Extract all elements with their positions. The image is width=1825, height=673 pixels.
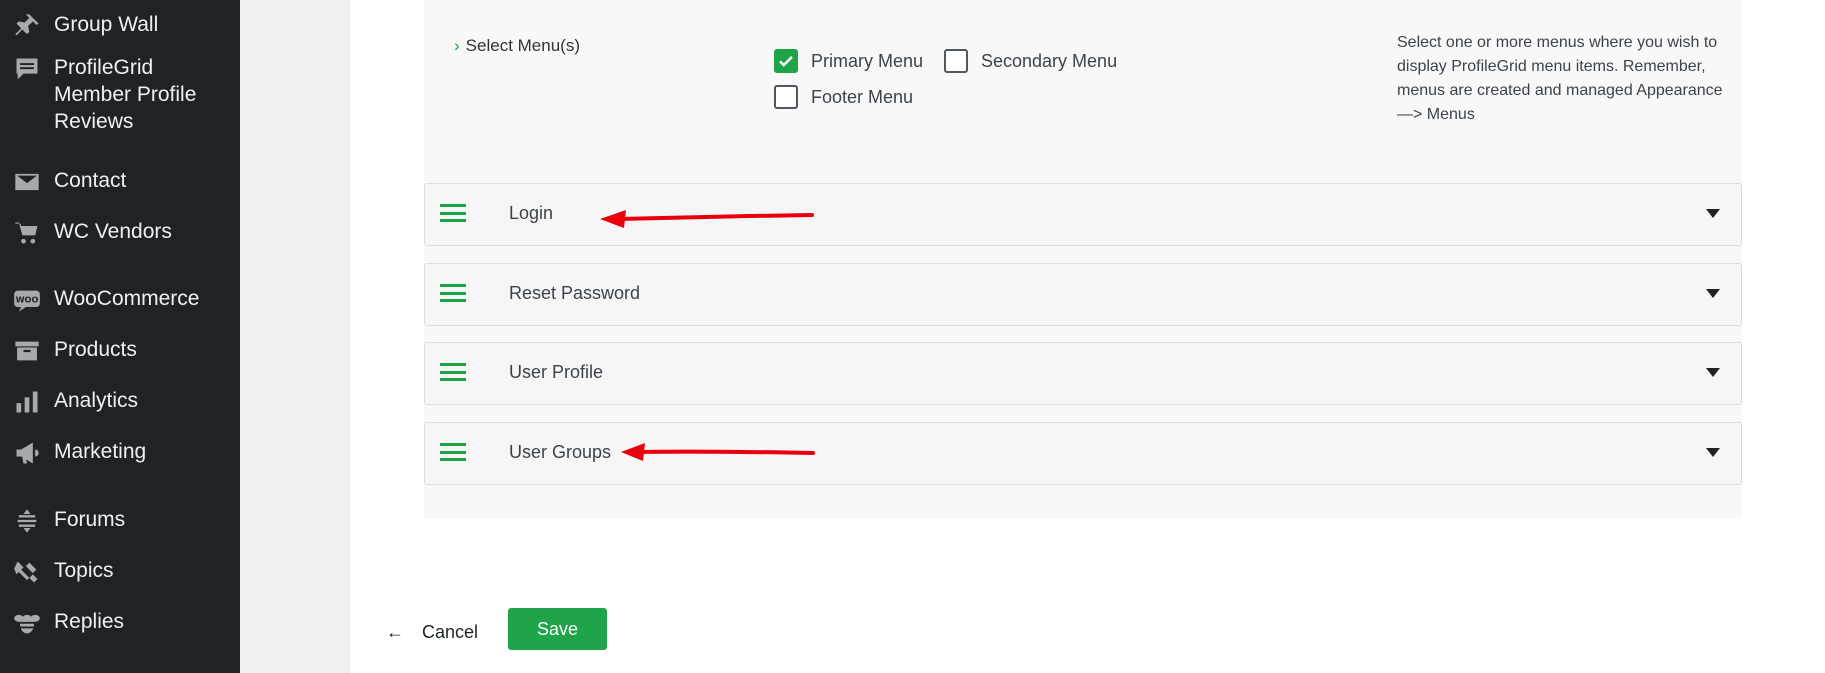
drag-handle-icon[interactable] [440,443,466,461]
bar-chart-icon [12,387,42,417]
sidebar-item-label: Analytics [54,389,139,412]
primary-menu-checkbox[interactable]: Primary Menu [774,49,923,73]
pin-icon [12,11,42,41]
caret-down-icon[interactable] [1706,448,1720,457]
forums-icon [12,506,42,536]
mail-icon [12,167,42,197]
sidebar-item-woocommerce[interactable]: WOO WooCommerce [0,285,240,315]
svg-text:WOO: WOO [16,294,39,304]
checkbox-label: Secondary Menu [981,50,1118,71]
footer-menu-checkbox[interactable]: Footer Menu [774,85,913,109]
checkbox-unchecked-icon [944,49,968,73]
sidebar-item-analytics[interactable]: Analytics [0,387,240,417]
sidebar-item-products[interactable]: Products [0,336,240,366]
page-gutter [240,0,350,673]
settings-content: › Select Menu(s) Primary Menu Secondary M… [350,0,1825,673]
sidebar-item-forums[interactable]: Forums [0,506,240,536]
sidebar-item-label: WooCommerce [54,287,200,310]
sidebar-item-topics[interactable]: Topics [0,557,240,587]
sidebar-item-label: Products [54,338,137,361]
annotation-arrow-login [600,210,814,228]
select-menus-label: › Select Menu(s) [454,36,580,55]
drag-handle-icon[interactable] [440,363,466,381]
archive-icon [12,336,42,366]
annotation-arrow-user-groups [621,443,815,461]
section-user-profile[interactable]: User Profile [424,342,1742,405]
checkbox-label: Primary Menu [811,50,924,71]
menu-help-text: Select one or more menus where you wish … [1397,34,1723,123]
arrow-left-icon: ← [386,622,404,642]
sidebar-item-profilegrid-reviews[interactable]: ProfileGrid Member Profile Reviews [0,54,240,135]
megaphone-icon [12,438,42,468]
caret-down-icon[interactable] [1706,209,1720,218]
topics-icon [12,557,42,587]
admin-sidebar: Group Wall ProfileGrid Member Profile Re… [0,0,240,673]
chevron-right-icon: › [454,36,460,55]
section-reset-password[interactable]: Reset Password [424,263,1742,326]
sidebar-item-contact[interactable]: Contact [0,167,240,197]
sidebar-item-marketing[interactable]: Marketing [0,438,240,468]
save-button[interactable]: Save [508,608,607,650]
bee-icon [12,608,42,638]
sidebar-item-label: Group Wall [54,13,159,36]
sidebar-item-replies[interactable]: Replies [0,608,240,638]
comment-icon [12,54,42,84]
drag-handle-icon[interactable] [440,204,466,222]
sidebar-item-group-wall[interactable]: Group Wall [0,11,240,41]
sidebar-item-label: Contact [54,169,127,192]
sidebar-item-label: Marketing [54,440,147,463]
section-title: Reset Password [509,283,641,303]
checkbox-checked-icon [774,49,798,73]
sidebar-item-label: WC Vendors [54,220,172,243]
sidebar-item-wc-vendors[interactable]: WC Vendors [0,218,240,248]
checkbox-unchecked-icon [774,85,798,109]
cancel-link[interactable]: ← Cancel [386,622,478,643]
sidebar-item-label: Replies [54,610,125,633]
sidebar-item-label: Forums [54,508,126,531]
caret-down-icon[interactable] [1706,368,1720,377]
section-title: User Groups [509,442,612,462]
sidebar-item-label: Topics [54,559,114,582]
secondary-menu-checkbox[interactable]: Secondary Menu [944,49,1117,73]
section-title: User Profile [509,362,604,382]
drag-handle-icon[interactable] [440,284,466,302]
cart-icon [12,218,42,248]
sidebar-item-label: ProfileGrid Member Profile Reviews [54,56,197,133]
woo-icon: WOO [12,285,42,315]
checkbox-label: Footer Menu [811,86,914,107]
caret-down-icon[interactable] [1706,289,1720,298]
section-title: Login [509,203,554,223]
